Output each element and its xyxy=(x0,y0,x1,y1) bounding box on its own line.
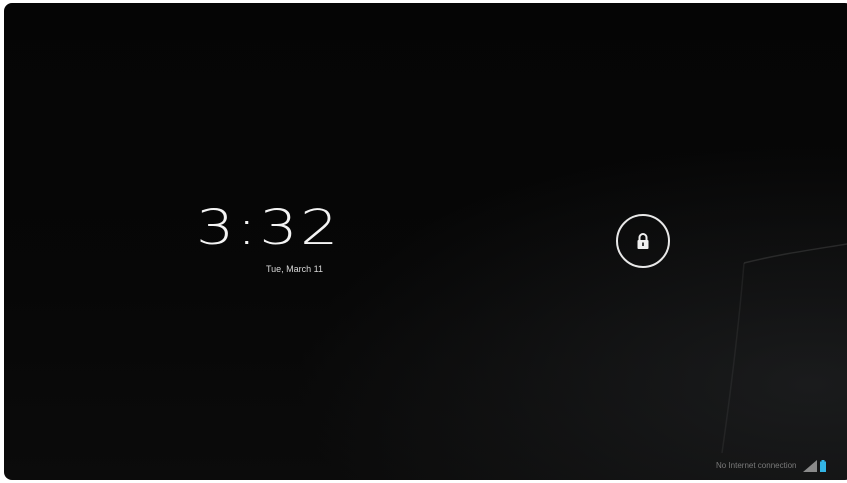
signal-icon xyxy=(802,460,817,472)
status-bar: No Internet connection xyxy=(704,458,847,474)
lock-icon xyxy=(637,233,649,249)
connection-status: No Internet connection xyxy=(716,461,797,470)
lock-screen: 3:32 Tue, March 11 No Internet connectio… xyxy=(4,3,847,480)
clock-time: 3:32 xyxy=(196,200,341,256)
unlock-button[interactable] xyxy=(616,214,670,268)
clock-date: Tue, March 11 xyxy=(266,264,324,274)
device-frame: 3:32 Tue, March 11 No Internet connectio… xyxy=(0,0,847,483)
battery-icon xyxy=(819,460,826,472)
wallpaper-curve xyxy=(721,243,847,454)
